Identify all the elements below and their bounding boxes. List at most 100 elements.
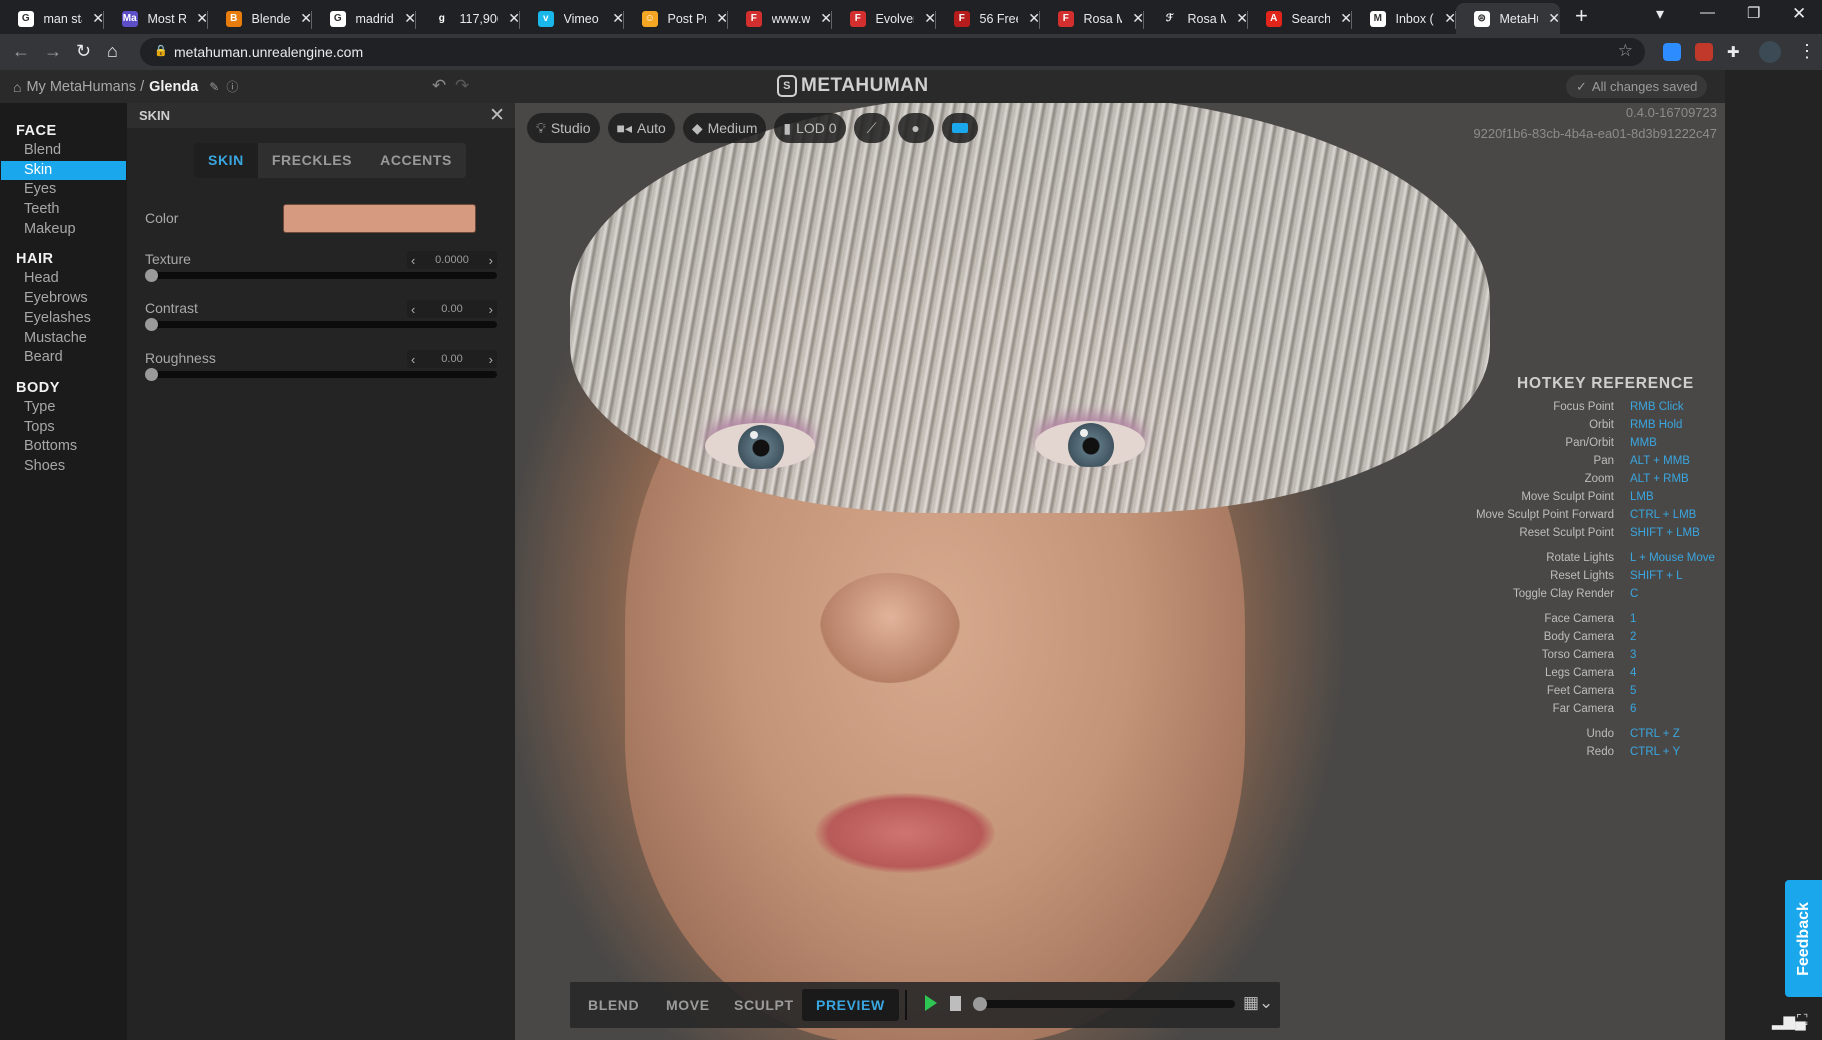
- extensions-puzzle-icon[interactable]: ✚: [1727, 43, 1745, 61]
- breadcrumb-root-link[interactable]: My MetaHumans /: [26, 79, 144, 95]
- chrome-menu-icon[interactable]: ⋮: [1798, 41, 1816, 62]
- feedback-button[interactable]: Feedback: [1785, 880, 1822, 997]
- hotkey-action: Legs Camera: [1544, 667, 1614, 679]
- mode-sculpt[interactable]: SCULPT: [720, 989, 808, 1021]
- increment-icon[interactable]: ›: [489, 253, 493, 268]
- browser-tab[interactable]: F Rosa M ✕: [1040, 3, 1144, 34]
- font-f-icon: F: [746, 10, 762, 27]
- sidebar-item-mustache[interactable]: Mustache: [1, 329, 126, 349]
- decrement-icon[interactable]: ‹: [411, 352, 415, 367]
- skin-color-swatch[interactable]: [283, 204, 476, 233]
- texture-value[interactable]: 0.0000: [435, 254, 469, 266]
- slider-thumb[interactable]: [145, 269, 158, 282]
- forward-button[interactable]: →: [44, 41, 62, 62]
- profile-avatar[interactable]: [1759, 41, 1781, 63]
- sidebar-item-blend[interactable]: Blend: [1, 141, 126, 161]
- body-toggle-button[interactable]: ⟋: [853, 113, 890, 143]
- url-text[interactable]: metahuman.unrealengine.com: [174, 44, 363, 60]
- sidebar-item-teeth[interactable]: Teeth: [1, 200, 126, 220]
- browser-tab[interactable]: F56 Free✕: [936, 3, 1040, 34]
- slider-thumb[interactable]: [145, 318, 158, 331]
- subtab-skin[interactable]: SKIN: [194, 143, 258, 178]
- window-close-button[interactable]: ✕: [1792, 4, 1806, 24]
- 3d-viewport[interactable]: 💡︎ Studio ■◂ Auto ◆ Medium ▮ LOD 0 ⟋ ● 0.4.0…: [515, 103, 1725, 1040]
- increment-icon[interactable]: ›: [489, 352, 493, 367]
- contrast-value[interactable]: 0.00: [441, 303, 462, 315]
- browser-tab[interactable]: v Vimeo ✕: [520, 3, 624, 34]
- close-panel-icon[interactable]: ✕: [489, 103, 505, 128]
- increment-icon[interactable]: ›: [489, 302, 493, 317]
- home-button[interactable]: ⌂: [107, 41, 118, 62]
- sidebar-item-eyebrows[interactable]: Eyebrows: [1, 289, 126, 309]
- diamond-icon: ◆: [691, 119, 703, 136]
- hotkey-row: Feet Camera 5: [1265, 685, 1720, 703]
- zoom-extension-icon[interactable]: [1663, 43, 1681, 61]
- undo-icon[interactable]: ↶: [432, 76, 446, 96]
- back-button[interactable]: ←: [12, 41, 30, 62]
- tab-title: 56 Free: [979, 11, 1019, 26]
- sidebar-item-eyes[interactable]: Eyes: [1, 180, 126, 200]
- browser-tab[interactable]: Fwww.wi ✕: [728, 3, 832, 34]
- browser-tab[interactable]: BBlender✕: [208, 3, 312, 34]
- subtab-accents[interactable]: ACCENTS: [366, 143, 466, 178]
- browser-tab[interactable]: ℱ Rosa M ✕: [1144, 3, 1248, 34]
- browser-tab[interactable]: ⊜ MetaHu ✕: [1456, 3, 1560, 34]
- texture-slider[interactable]: [145, 269, 497, 282]
- slider-thumb[interactable]: [145, 368, 158, 381]
- browser-tab[interactable]: FEvolven✕: [832, 3, 936, 34]
- url-bar[interactable]: 🔒 metahuman.unrealengine.com ☆: [140, 38, 1645, 66]
- browser-tab[interactable]: ☺ Post Pr ✕: [624, 3, 728, 34]
- restore-button[interactable]: ❐: [1747, 4, 1760, 22]
- hotkey-row: Face Camera 1: [1265, 613, 1720, 631]
- new-tab-button[interactable]: +: [1575, 3, 1588, 29]
- browser-tab[interactable]: A Search ✕: [1248, 3, 1352, 34]
- sidebar-item-eyelashes[interactable]: Eyelashes: [1, 309, 126, 329]
- sidebar-item-head[interactable]: Head: [1, 269, 126, 289]
- roughness-slider[interactable]: [145, 368, 497, 381]
- stop-icon[interactable]: [950, 996, 961, 1011]
- sidebar-item-tops[interactable]: Tops: [1, 418, 126, 438]
- mode-move[interactable]: MOVE: [652, 989, 724, 1021]
- quality-button[interactable]: ◆ Medium: [682, 113, 767, 143]
- sidebar-item-type[interactable]: Type: [1, 398, 126, 418]
- fullscreen-icon[interactable]: ⛶: [1797, 1012, 1808, 1029]
- edit-name-icon[interactable]: ✎: [209, 80, 219, 94]
- decrement-icon[interactable]: ‹: [411, 253, 415, 268]
- clay-render-button[interactable]: ●: [897, 113, 934, 143]
- sidebar-item-skin[interactable]: Skin: [1, 160, 126, 181]
- camera-button[interactable]: ■◂ Auto: [607, 113, 675, 143]
- decrement-icon[interactable]: ‹: [411, 302, 415, 317]
- extension-icon[interactable]: [1695, 43, 1713, 61]
- mode-preview[interactable]: PREVIEW: [802, 989, 899, 1021]
- browser-tab-bar: Gman sta✕ Ma Most Re ✕ B Blender ✕ Gmadrid✕ g 117…: [0, 0, 1822, 34]
- browser-tab[interactable]: g117,906✕: [416, 3, 520, 34]
- browser-tab[interactable]: MaMost Re✕: [104, 3, 208, 34]
- animation-select-icon[interactable]: ▦⌄: [1243, 993, 1273, 1013]
- mode-blend[interactable]: BLEND: [574, 989, 653, 1021]
- lighting-button[interactable]: 💡︎ Studio: [527, 113, 600, 143]
- roughness-stepper: ‹ 0.00 ›: [407, 350, 497, 368]
- help-icon[interactable]: ⓘ: [226, 78, 238, 95]
- subtab-freckles[interactable]: FRECKLES: [258, 143, 366, 178]
- animation-timeline[interactable]: [973, 997, 1235, 1011]
- timeline-thumb[interactable]: [973, 997, 987, 1011]
- reload-button[interactable]: ↻: [76, 41, 91, 62]
- minimize-button[interactable]: —: [1700, 4, 1715, 21]
- bookmark-star-icon[interactable]: ☆: [1618, 41, 1633, 61]
- contrast-slider[interactable]: [145, 318, 497, 331]
- browser-tab[interactable]: Gman sta✕: [0, 3, 104, 34]
- browser-tab[interactable]: Gmadrid ✕: [312, 3, 416, 34]
- roughness-value[interactable]: 0.00: [441, 353, 462, 365]
- sidebar-item-beard[interactable]: Beard: [1, 348, 126, 368]
- lod-button[interactable]: ▮ LOD 0: [774, 113, 846, 143]
- close-tab-icon[interactable]: ✕: [1548, 10, 1560, 27]
- sidebar-item-shoes[interactable]: Shoes: [1, 457, 126, 477]
- tab-search-icon[interactable]: ▾: [1656, 4, 1664, 24]
- sidebar-item-bottoms[interactable]: Bottoms: [1, 437, 126, 457]
- hotkeys-button[interactable]: [941, 113, 978, 143]
- redo-icon[interactable]: ↷: [455, 76, 469, 96]
- play-icon[interactable]: [925, 995, 937, 1011]
- browser-tab[interactable]: M Inbox (✕: [1352, 3, 1456, 34]
- sidebar-item-makeup[interactable]: Makeup: [1, 220, 126, 240]
- home-icon[interactable]: ⌂: [13, 79, 21, 95]
